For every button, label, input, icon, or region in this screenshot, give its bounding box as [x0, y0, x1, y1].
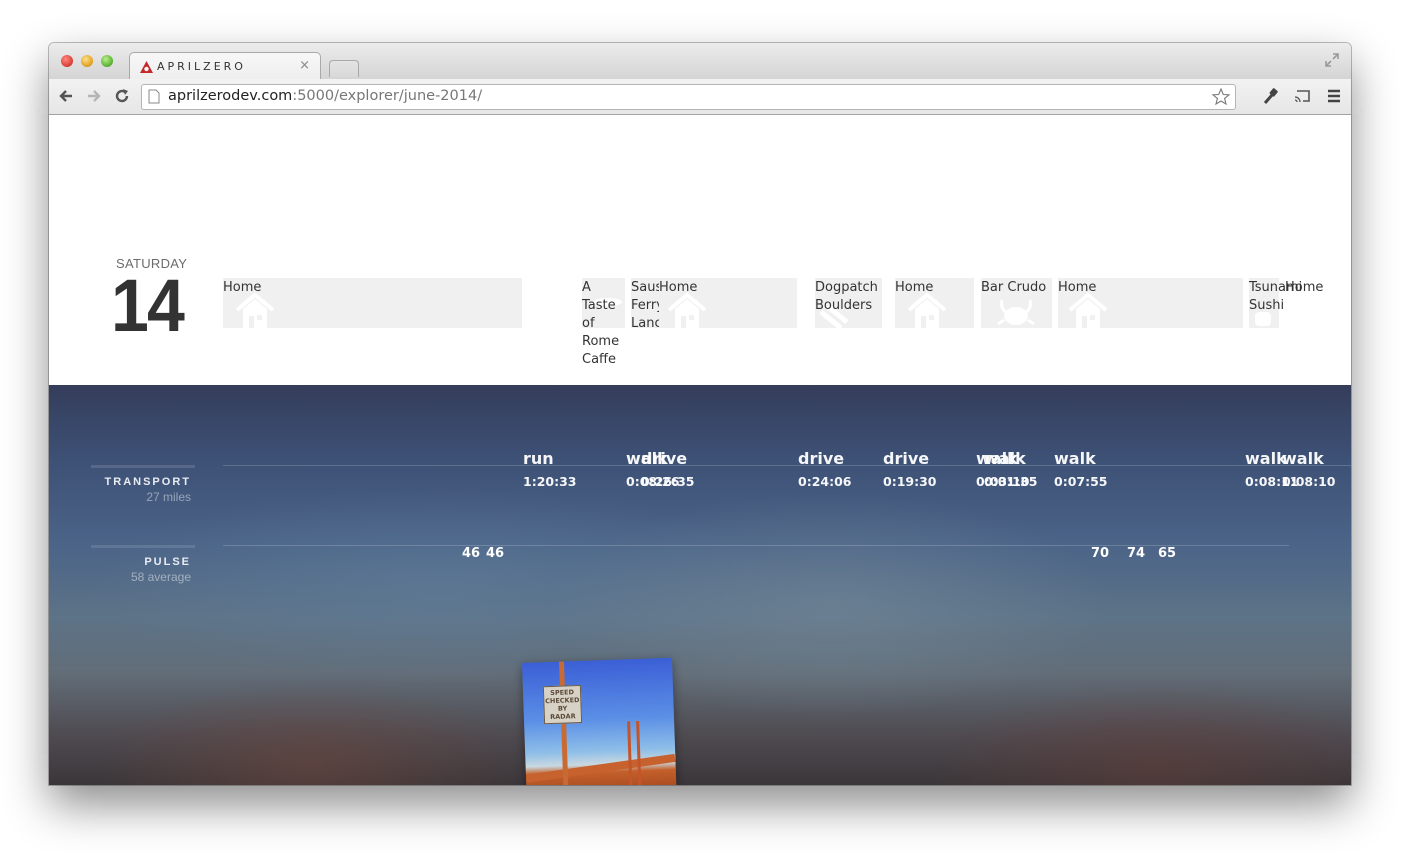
photo-thumbnail[interactable]: SPEED CHECKED BY RADAR	[522, 657, 677, 785]
new-tab-button[interactable]	[329, 60, 359, 77]
pulse-reading[interactable]: 46	[486, 546, 504, 561]
trip-mode: drive	[641, 449, 688, 468]
transport-label: TRANSPORT 27 miles	[105, 476, 191, 504]
trip-duration: 0:24:06	[798, 474, 852, 489]
place-block[interactable]: SausFerryLanc	[631, 278, 659, 331]
trip-duration: 0:07:55	[1054, 474, 1108, 489]
forward-arrow-icon[interactable]	[85, 87, 103, 105]
menu-icon[interactable]	[1325, 87, 1343, 105]
place-name: SausFerryLanc	[631, 280, 659, 331]
pulse-title: PULSE	[144, 556, 191, 568]
transport-divider	[91, 465, 195, 468]
browser-toolbar: aprilzerodev.com:5000/explorer/june-2014…	[49, 79, 1351, 115]
pulse-reading[interactable]: 74	[1127, 546, 1145, 561]
house-icon	[907, 292, 947, 328]
trip-duration: 0:26:35	[641, 474, 695, 489]
star-icon[interactable]	[1211, 87, 1231, 107]
crab-icon	[997, 299, 1035, 326]
trip-mode: walk	[1282, 449, 1324, 468]
tab-title: APRILZERO	[157, 60, 246, 73]
trip-duration: 0:01:35	[984, 474, 1038, 489]
speed-sign: SPEED CHECKED BY RADAR	[542, 684, 583, 725]
place-block[interactable]: Home	[659, 278, 797, 328]
bridge-deck	[525, 753, 676, 783]
trip-mode: walk	[984, 449, 1026, 468]
close-window-button[interactable]	[61, 55, 73, 67]
minimize-window-button[interactable]	[81, 55, 93, 67]
place-name: Bar Crudo	[981, 280, 1047, 295]
date-number: 14	[111, 264, 185, 347]
transport-title: TRANSPORT	[104, 476, 191, 488]
pulse-reading[interactable]: 46	[462, 546, 480, 561]
pulse-reading[interactable]: 70	[1091, 546, 1109, 561]
trip-item[interactable]: drive 0:26:35	[641, 449, 695, 489]
place-block[interactable]: Home	[1058, 278, 1243, 328]
trip-mode: walk	[1054, 449, 1096, 468]
browser-tab[interactable]: APRILZERO ×	[129, 52, 321, 80]
trip-duration: 0:19:30	[883, 474, 937, 489]
pulse-reading[interactable]: 65	[1158, 546, 1176, 561]
place-block[interactable]: Home	[223, 278, 522, 328]
pulse-label: PULSE 58 average	[131, 556, 191, 584]
back-arrow-icon[interactable]	[57, 87, 75, 105]
fullscreen-icon[interactable]	[1325, 53, 1339, 67]
place-name: Dogpatch Boulders	[815, 280, 878, 313]
house-icon	[667, 292, 707, 328]
place-name: A Taste of Rome Caffe	[582, 280, 620, 367]
trip-duration: 1:20:33	[523, 474, 577, 489]
trip-mode: drive	[798, 449, 845, 468]
trip-item[interactable]: walk 0:08:10	[1282, 449, 1336, 489]
transport-distance: 27 miles	[146, 490, 191, 504]
url-path: :5000/explorer/june-2014/	[292, 88, 483, 104]
place-name: Home	[895, 280, 934, 295]
bridge-tower	[627, 720, 642, 785]
activity-section: TRANSPORT 27 miles run 1:20:33 walk 0:08…	[49, 385, 1351, 785]
aprilzero-logo-icon	[140, 61, 153, 73]
trip-mode: run	[523, 449, 554, 468]
pulse-average: 58 average	[130, 570, 191, 584]
explorer-page: SATURDAY 14 Home A Taste of Rome Caffe Saus F…	[49, 115, 1351, 785]
place-name: Home	[659, 280, 698, 295]
trip-item[interactable]: run 1:20:33	[523, 449, 577, 489]
trip-item[interactable]: walk 0:07:55	[1054, 449, 1108, 489]
day-places-section: SATURDAY 14 Home A Taste of Rome Caffe Saus F…	[49, 115, 1351, 385]
place-block[interactable]: Home	[895, 278, 974, 328]
cast-icon[interactable]	[1293, 87, 1311, 105]
trip-item[interactable]: drive 0:24:06	[798, 449, 852, 489]
trip-duration: 0:08:10	[1282, 474, 1336, 489]
place-block[interactable]: A Taste of Rome Caffe	[582, 278, 625, 367]
trip-item[interactable]: walk 0:01:35	[984, 449, 1038, 489]
transport-line	[223, 465, 1351, 466]
page-icon	[148, 89, 160, 104]
browser-window: APRILZERO × aprilzerodev.com:5000/explor…	[49, 43, 1351, 785]
zoom-window-button[interactable]	[101, 55, 113, 67]
pulse-divider	[91, 545, 195, 548]
url-text[interactable]: aprilzerodev.com:5000/explorer/june-2014…	[168, 88, 482, 104]
house-icon	[1068, 292, 1108, 328]
wrench-icon[interactable]	[1262, 87, 1280, 105]
place-name: Home	[1285, 280, 1324, 295]
tab-close-button[interactable]: ×	[299, 58, 310, 73]
title-bar: APRILZERO ×	[49, 43, 1351, 80]
address-bar[interactable]: aprilzerodev.com:5000/explorer/june-2014…	[141, 84, 1236, 110]
place-name: Home	[1058, 280, 1097, 295]
place-name: Home	[223, 280, 262, 295]
place-block[interactable]: Bar Crudo	[981, 278, 1052, 328]
place-block[interactable]: Dogpatch Boulders	[815, 278, 882, 328]
trip-mode: drive	[883, 449, 930, 468]
reload-icon[interactable]	[113, 87, 131, 105]
place-block[interactable]: Tsunami Sushi	[1249, 278, 1302, 328]
trip-item[interactable]: drive 0:19:30	[883, 449, 937, 489]
url-host: aprilzerodev.com	[168, 88, 293, 104]
house-icon	[235, 292, 275, 328]
